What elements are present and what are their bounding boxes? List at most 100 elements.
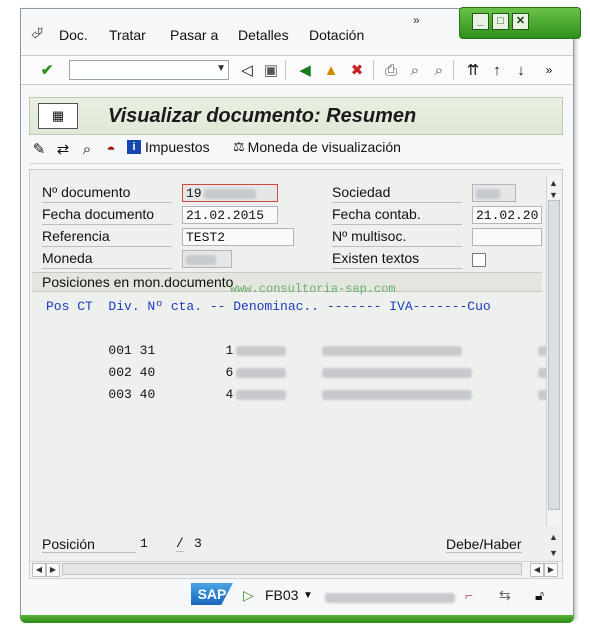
doc-number-field[interactable]: 19: [182, 184, 278, 202]
position-label: Posición: [42, 536, 136, 553]
watermark-text: www.consultoria-sap.com: [230, 282, 396, 296]
currency-label: Moneda: [42, 250, 172, 269]
status-dropdown-icon[interactable]: ▼: [303, 590, 313, 601]
exit-menu-icon[interactable]: ⮰: [27, 23, 47, 43]
maximize-icon[interactable]: □: [492, 13, 509, 30]
status-marker-icon: ⌐: [465, 587, 474, 603]
close-icon[interactable]: ✕: [512, 13, 529, 30]
dropdown-arrow-icon[interactable]: ▼: [216, 63, 226, 74]
next-page-icon[interactable]: ↓: [511, 60, 531, 80]
play-triangle-icon[interactable]: ▷: [243, 587, 254, 604]
redacted-block: [203, 188, 256, 199]
command-field[interactable]: ▼: [69, 60, 229, 80]
menu-pasar-a[interactable]: Pasar a: [170, 27, 218, 43]
company-label: Sociedad: [332, 184, 462, 203]
position-separator: /: [176, 536, 184, 552]
scroll-down-icon[interactable]: ▼: [549, 548, 558, 558]
info-icon: i: [127, 140, 141, 154]
item-ct: 31: [139, 343, 156, 358]
application-toolbar: ✎ ⇄ ⌕ ◓ i Impuestos ⚖ Moneda de visualiz…: [29, 137, 561, 164]
taxes-button-label: Impuestos: [145, 139, 210, 155]
redacted-block: [322, 389, 473, 400]
transaction-code: FB03: [265, 587, 299, 603]
position-total: 3: [194, 536, 202, 551]
back-icon[interactable]: ◀: [295, 60, 315, 80]
scrollbar-thumb[interactable]: [548, 200, 560, 510]
display-currency-label: Moneda de visualización: [247, 139, 401, 155]
item-ct: 40: [139, 365, 156, 380]
list-item[interactable]: 001 31 1: [32, 318, 553, 358]
doc-date-label: Fecha documento: [42, 206, 172, 225]
document-main-area: Nº documento 19 Fecha documento 21.02.20…: [29, 169, 563, 563]
display-currency-button[interactable]: ⚖ Moneda de visualización: [233, 139, 401, 155]
scroll-up-icon[interactable]: ▲: [549, 532, 558, 542]
back-triangle-icon[interactable]: ◁: [237, 60, 257, 80]
reference-field[interactable]: TEST2: [182, 228, 294, 246]
position-current: 1: [140, 536, 148, 551]
item-account: 4: [225, 387, 234, 402]
menu-dotacion[interactable]: Dotación: [309, 27, 364, 43]
sap-window: _ □ ✕ ⮰ Doc. Tratar Pasar a Detalles Dot…: [20, 7, 581, 623]
currency-field[interactable]: [182, 250, 232, 268]
window-controls: _ □ ✕: [459, 7, 581, 39]
scroll-left-icon[interactable]: ◀: [32, 563, 46, 577]
multico-label: Nº multisoc.: [332, 228, 462, 247]
redacted-block: [322, 345, 463, 356]
document-overview-icon[interactable]: ▦: [38, 103, 78, 129]
scroll-up-icon[interactable]: ▲: [549, 178, 558, 188]
hat-icon[interactable]: ◓: [101, 139, 121, 159]
multico-field[interactable]: [472, 228, 542, 246]
doc-number-value: 19: [186, 186, 202, 201]
redacted-block: [325, 593, 455, 603]
currency-stack-icon: ⚖: [233, 139, 245, 154]
reference-label: Referencia: [42, 228, 172, 247]
item-pos: 001: [108, 343, 132, 358]
vertical-scrollbar[interactable]: ▲ ▼ ▲ ▼: [546, 176, 561, 558]
previous-page-icon[interactable]: ↑: [487, 60, 507, 80]
minimize-icon[interactable]: _: [472, 13, 489, 30]
doc-number-label: Nº documento: [42, 184, 172, 203]
enter-check-icon[interactable]: ✔: [37, 60, 57, 80]
taxes-button[interactable]: i Impuestos: [127, 139, 210, 155]
redacted-block: [476, 188, 500, 199]
find-icon[interactable]: ⌕: [405, 60, 425, 80]
item-account: 6: [225, 365, 234, 380]
overwrite-mode-icon[interactable]: ⇆: [499, 587, 511, 604]
posting-date-field[interactable]: 21.02.20: [472, 206, 542, 224]
toolbar-more-chevron[interactable]: »: [539, 60, 559, 80]
menu-doc[interactable]: Doc.: [59, 27, 88, 43]
first-page-icon[interactable]: ⇈: [463, 60, 483, 80]
exit-icon[interactable]: ▲: [321, 60, 341, 80]
company-field[interactable]: [472, 184, 516, 202]
scroll-left-icon[interactable]: ◀: [530, 563, 544, 577]
redacted-block: [236, 345, 287, 356]
document-change-icon[interactable]: ⇄: [53, 139, 73, 159]
cancel-icon[interactable]: ✖: [347, 60, 367, 80]
posting-date-value: 21.02.20: [476, 208, 539, 223]
scroll-down-icon[interactable]: ▼: [549, 190, 558, 200]
horizontal-scrollbar-thumb[interactable]: [62, 563, 522, 575]
menu-more-chevron[interactable]: »: [413, 13, 420, 27]
texts-exist-checkbox[interactable]: [472, 253, 486, 267]
line-items-list: Pos CT Div. Nº cta. -- Denominac.. -----…: [32, 296, 553, 402]
list-header: Pos CT Div. Nº cta. -- Denominac.. -----…: [46, 299, 491, 314]
menu-bar: ⮰ Doc. Tratar Pasar a Detalles Dotación …: [21, 9, 436, 55]
menu-tratar[interactable]: Tratar: [109, 27, 146, 43]
scroll-right-icon[interactable]: ▶: [46, 563, 60, 577]
texts-exist-label: Existen textos: [332, 250, 462, 269]
display-magnifier-icon[interactable]: ⌕: [77, 139, 97, 159]
save-icon[interactable]: ▣: [261, 60, 281, 80]
item-pos: 003: [108, 387, 132, 402]
menu-detalles[interactable]: Detalles: [238, 27, 289, 43]
toolbar-separator: [373, 60, 374, 80]
print-icon[interactable]: ⎙: [381, 60, 401, 80]
title-band: ▦ Visualizar documento: Resumen: [29, 97, 563, 135]
horizontal-scrollbar[interactable]: ◀ ▶ ◀ ▶: [29, 561, 563, 579]
doc-date-field[interactable]: 21.02.2015: [182, 206, 278, 224]
sap-logo: SAP: [191, 583, 233, 605]
item-account: 1: [225, 343, 234, 358]
lock-icon[interactable]: 🔓︎: [535, 587, 544, 604]
edit-pencil-icon[interactable]: ✎: [29, 139, 49, 159]
scroll-right-icon[interactable]: ▶: [544, 563, 558, 577]
find-next-icon[interactable]: ⌕: [429, 60, 449, 80]
